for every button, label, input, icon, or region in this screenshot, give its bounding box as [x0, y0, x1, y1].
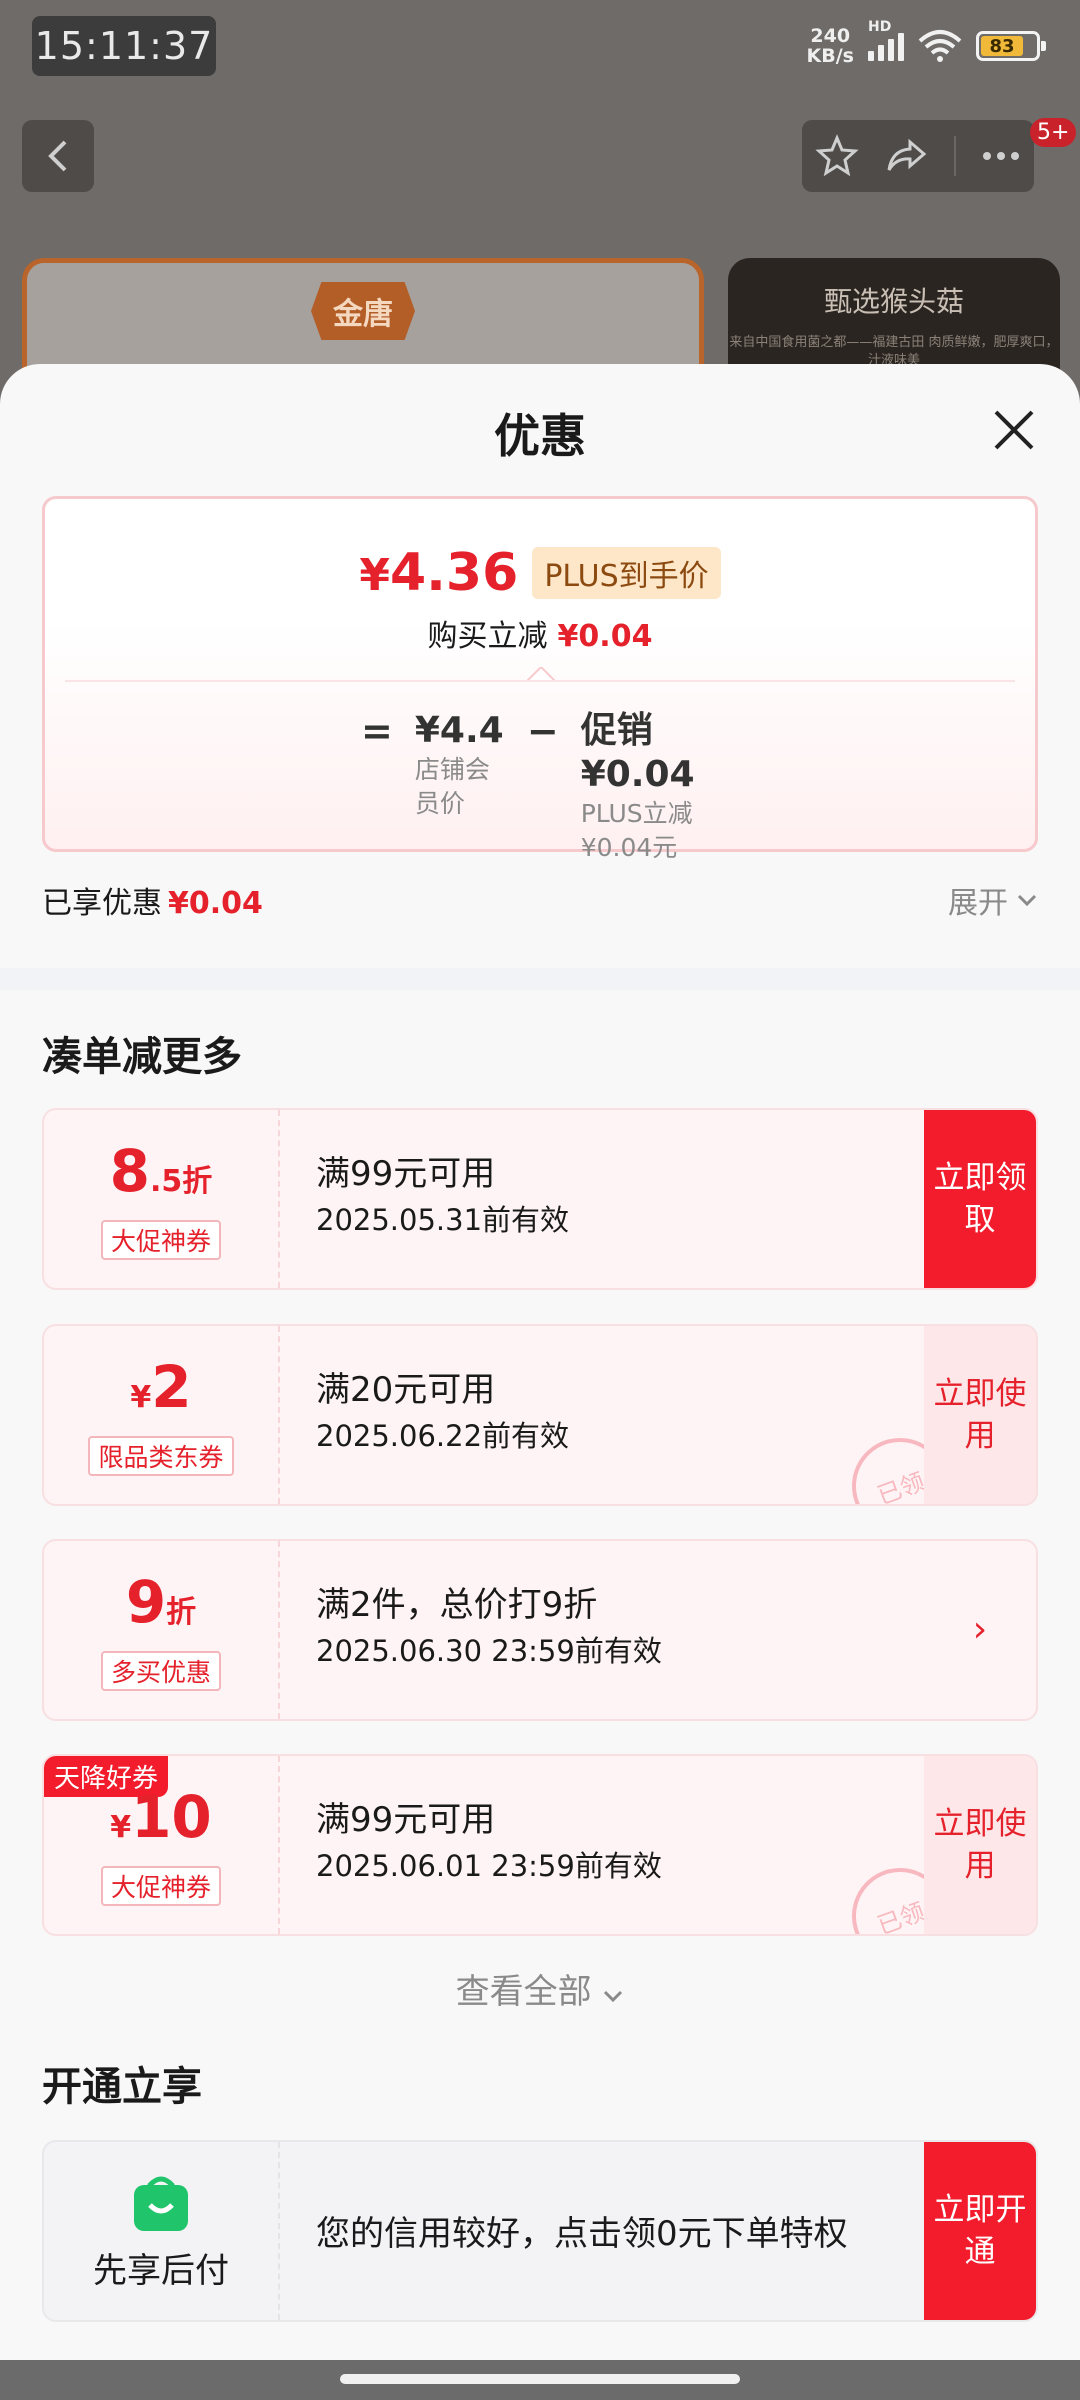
- minus-sign: −: [526, 709, 559, 753]
- shopping-bag-icon: [134, 2176, 188, 2231]
- coupon-info: 满20元可用 2025.06.22前有效: [316, 1370, 570, 1453]
- pay-later-label: 先享后付: [93, 2250, 229, 2291]
- star-icon[interactable]: [815, 134, 859, 178]
- claim-coupon-button[interactable]: 立即领取: [924, 1110, 1036, 1288]
- section-divider: [0, 968, 1080, 990]
- coupon-card[interactable]: 9折 多买优惠 满2件，总价打9折 2025.06.30 23:59前有效 ›: [42, 1539, 1038, 1721]
- pay-later-text: 您的信用较好，点击领0元下单特权: [316, 2214, 848, 2254]
- pay-later-brand: 先享后付: [44, 2142, 280, 2320]
- share-icon[interactable]: [884, 134, 928, 178]
- home-indicator[interactable]: [340, 2374, 740, 2384]
- use-coupon-button[interactable]: 立即使用: [924, 1326, 1036, 1504]
- coupon-tag: 大促神券: [100, 1219, 221, 1260]
- chevron-right-icon[interactable]: ›: [924, 1541, 1036, 1719]
- equals-sign: =: [361, 709, 393, 753]
- divider: [953, 136, 956, 176]
- more-icon[interactable]: [981, 150, 1021, 162]
- coupon-info: 满2件，总价打9折 2025.06.30 23:59前有效: [316, 1585, 662, 1668]
- price-formula: = ¥4.4 店铺会员价 − 促销 ¥0.04 PLUS立减¥0.04元: [361, 709, 751, 865]
- chevron-down-icon: [604, 1990, 623, 2003]
- coupon-tag: 多买优惠: [100, 1650, 221, 1691]
- wifi-icon: [918, 30, 962, 62]
- use-coupon-button[interactable]: 立即使用: [924, 1756, 1036, 1934]
- chevron-left-icon: [48, 140, 67, 172]
- base-price-term: ¥4.4 店铺会员价: [414, 710, 504, 818]
- status-icons: 240 KB/s HD 83: [806, 19, 1046, 67]
- pointer-icon: [527, 667, 555, 681]
- close-icon[interactable]: [988, 404, 1040, 456]
- network-speed: 240 KB/s: [806, 25, 854, 67]
- price-breakdown-box: ¥4.36 PLUS到手价 购买立减 ¥0.04 = ¥4.4 店铺会员价 − 促…: [42, 496, 1038, 862]
- coupon-card[interactable]: 天降好券 ¥10 大促神券 满99元可用 2025.06.01 23:59前有效…: [42, 1754, 1038, 1936]
- chevron-down-icon: [1017, 894, 1037, 907]
- sheet-title: 优惠: [494, 409, 586, 463]
- section-title-open: 开通立享: [42, 2064, 202, 2110]
- coupon-info: 满99元可用 2025.06.01 23:59前有效: [316, 1800, 662, 1883]
- instant-discount-row: 购买立减 ¥0.04: [427, 619, 653, 654]
- view-all-button[interactable]: 查看全部: [0, 1964, 1080, 2013]
- top-actions: [802, 120, 1034, 192]
- plus-price-tag: PLUS到手价: [532, 547, 721, 599]
- promo-term: 促销 ¥0.04 PLUS立减¥0.04元: [580, 710, 695, 862]
- discount-sheet: 优惠 ¥4.36 PLUS到手价 购买立减 ¥0.04 = ¥4.4 店铺会员价 …: [0, 364, 1080, 2360]
- coupon-info: 满99元可用 2025.05.31前有效: [316, 1154, 570, 1237]
- enjoyed-discount: 已享优惠 ¥0.04: [42, 886, 263, 921]
- battery-icon: 83: [976, 31, 1046, 61]
- final-price-row: ¥4.36 PLUS到手价: [45, 543, 1035, 603]
- notification-badge: 5+: [1030, 118, 1077, 147]
- status-time: 15:11:37: [32, 16, 216, 76]
- coupon-value: ¥10 大促神券: [44, 1756, 280, 1934]
- brand-logo: 金唐: [311, 282, 415, 340]
- final-price: ¥4.36: [359, 543, 519, 603]
- coupon-value: ¥2 限品类东券: [44, 1326, 280, 1504]
- back-button[interactable]: [22, 120, 94, 192]
- divider: [65, 680, 1015, 682]
- side-card-title: 甄选猴头菇: [823, 285, 964, 318]
- expand-button[interactable]: 展开: [948, 878, 1038, 922]
- pay-later-card[interactable]: 先享后付 您的信用较好，点击领0元下单特权 立即开通: [42, 2140, 1038, 2322]
- signal-icon: HD: [868, 19, 904, 61]
- coupon-card[interactable]: ¥2 限品类东券 满20元可用 2025.06.22前有效 已领 立即使用: [42, 1324, 1038, 1506]
- coupon-card[interactable]: 8.5折 大促神券 满99元可用 2025.05.31前有效 立即领取: [42, 1108, 1038, 1290]
- activate-button[interactable]: 立即开通: [924, 2142, 1036, 2320]
- coupon-tag: 限品类东券: [88, 1435, 234, 1476]
- coupon-value: 8.5折 大促神券: [44, 1110, 280, 1288]
- navigation-bar: [0, 2360, 1080, 2400]
- coupon-value: 9折 多买优惠: [44, 1541, 280, 1719]
- coupon-tag: 大促神券: [100, 1865, 221, 1906]
- section-title-more: 凑单减更多: [42, 1034, 242, 1080]
